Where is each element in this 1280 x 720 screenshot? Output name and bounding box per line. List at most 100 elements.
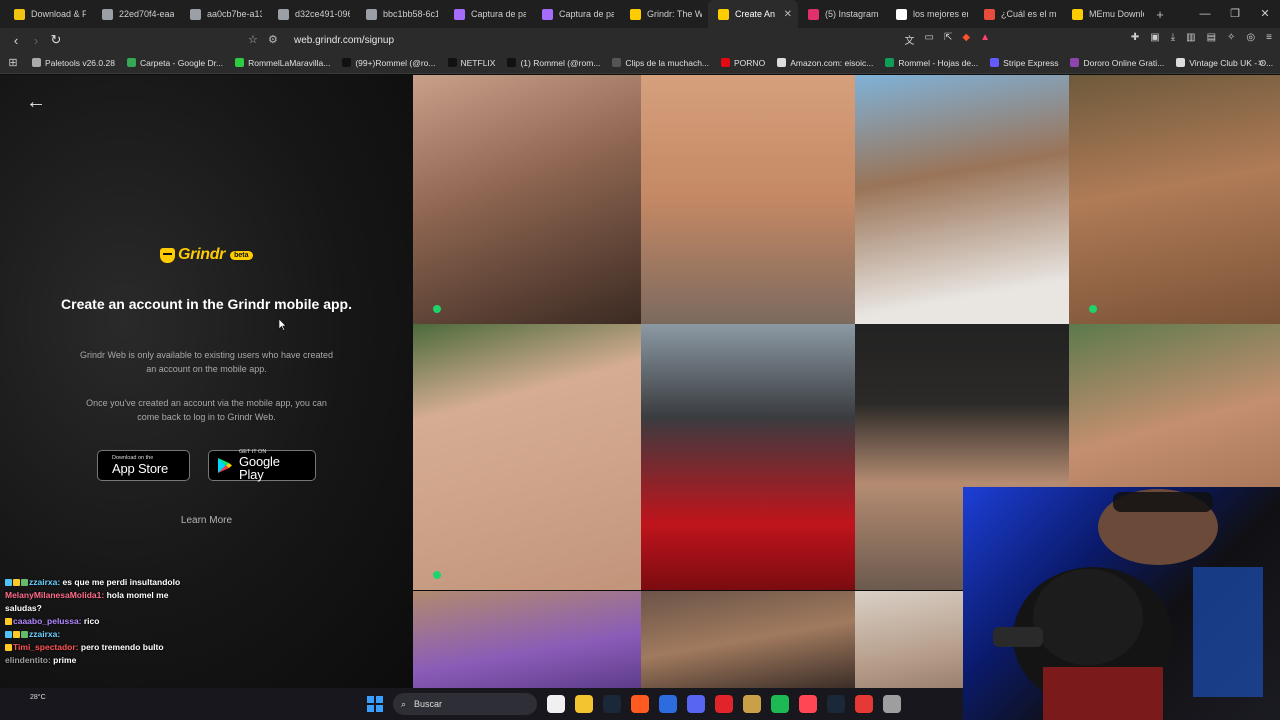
bookmark-item[interactable]: Rommel - Hojas de... — [879, 58, 984, 68]
tab-favicon-icon — [1072, 8, 1083, 20]
profile-photo-tile[interactable] — [641, 75, 855, 324]
taskbar-app-icon[interactable] — [659, 695, 677, 713]
logo-wordmark: Grindr — [178, 246, 226, 263]
reload-icon[interactable]: ↻ — [46, 32, 66, 48]
download-icon[interactable]: ⤓ — [1171, 32, 1175, 43]
translate-icon[interactable]: 文 — [905, 32, 915, 47]
app-store-button[interactable]: Download on the App Store — [97, 450, 190, 481]
taskbar-app-icon[interactable] — [715, 695, 733, 713]
bookmark-item[interactable]: Amazon.com: eisoic... — [771, 58, 879, 68]
tab-title: Grindr: The Wo — [647, 9, 702, 19]
windows-start-icon[interactable] — [367, 696, 383, 712]
chat-badge-icon — [21, 579, 28, 586]
bookmark-favicon-icon — [721, 58, 731, 67]
browser-tab[interactable]: Create An ✕ — [708, 0, 798, 28]
taskbar-app-icon[interactable] — [547, 695, 565, 713]
profile-photo-tile[interactable] — [1069, 75, 1280, 324]
bookmark-item[interactable]: NETFLIX — [442, 58, 502, 68]
close-window-icon[interactable]: ✕ — [1250, 0, 1280, 28]
wallet-icon[interactable]: ▤ — [1207, 32, 1216, 43]
profile-photo-tile[interactable] — [413, 591, 641, 688]
profile-photo-tile[interactable] — [855, 75, 1069, 324]
chat-username: zzairxa: — [29, 577, 61, 587]
taskbar-app-icon[interactable] — [687, 695, 705, 713]
brave-shield-icon[interactable]: ◆ — [962, 32, 970, 47]
site-info-icon[interactable]: ⚙ — [268, 33, 278, 46]
bookmark-item[interactable]: Carpeta - Google Dr... — [121, 58, 229, 68]
taskbar-app-icon[interactable] — [575, 695, 593, 713]
new-tab-button[interactable]: + — [1150, 7, 1170, 22]
url-text[interactable]: web.grindr.com/signup — [294, 35, 394, 46]
chat-badge-icon — [5, 618, 12, 625]
tab-title: Create An — [735, 9, 776, 19]
google-play-button[interactable]: GET IT ON Google Play — [208, 449, 316, 481]
menu-icon[interactable]: ≡ — [1266, 32, 1272, 43]
share-icon[interactable]: ⇱ — [944, 32, 952, 47]
bookmark-item[interactable]: Paletools v26.0.28 — [26, 58, 121, 68]
address-bar[interactable]: ⚙ web.grindr.com/signup — [246, 30, 996, 50]
browser-tab[interactable]: Grindr: The Wo — [620, 0, 708, 28]
taskbar-app-icon[interactable] — [771, 695, 789, 713]
taskbar-app-icon[interactable] — [855, 695, 873, 713]
minimize-icon[interactable]: — — [1190, 0, 1220, 28]
profile-photo-tile[interactable] — [413, 75, 641, 324]
tab-strip: Download & Pl 22ed70f4-eaa1 aa0cb7be-a139 d… — [0, 0, 1280, 28]
address-toolbar: ‹ › ↻ ☆ ⚙ web.grindr.com/signup 文 ▭ ⇱ ◆ … — [0, 28, 1280, 52]
tab-title: los mejores em — [913, 9, 968, 19]
browser-tab[interactable]: MEmu Downlo — [1062, 0, 1150, 28]
bookmark-item[interactable]: Stripe Express — [984, 58, 1064, 68]
maximize-icon[interactable]: ❐ — [1220, 0, 1250, 28]
back-icon[interactable]: ‹ — [6, 33, 26, 48]
bookmark-item[interactable]: Clips de la muchach... — [606, 58, 715, 68]
online-status-dot — [1089, 305, 1097, 313]
browser-tab[interactable]: 22ed70f4-eaa1 — [92, 0, 180, 28]
browser-tab[interactable]: Download & Pl — [4, 0, 92, 28]
tab-favicon-icon — [366, 8, 377, 20]
extensions-icon[interactable]: ✚ — [1131, 32, 1139, 43]
apps-grid-icon[interactable]: ⊞ — [0, 56, 26, 69]
profile-photo-tile[interactable] — [413, 324, 641, 590]
forward-icon[interactable]: › — [26, 33, 46, 48]
close-tab-icon[interactable]: ✕ — [784, 9, 792, 20]
taskbar-app-icon[interactable] — [827, 695, 845, 713]
chat-username: elindentito: — [5, 655, 51, 665]
browser-tab[interactable]: (5) Instagram — [798, 0, 886, 28]
weather-widget[interactable]: 28°C — [30, 694, 46, 701]
bookmark-item[interactable]: Dororo Online Grati... — [1064, 58, 1170, 68]
browser-tab[interactable]: d32ce491-0969 — [268, 0, 356, 28]
taskbar-app-icon[interactable] — [883, 695, 901, 713]
window-controls: — ❐ ✕ — [1190, 0, 1280, 28]
bookmark-item[interactable]: PORNO — [715, 58, 771, 68]
taskbar-app-icon[interactable] — [743, 695, 761, 713]
taskbar-search-label: Buscar — [414, 699, 443, 709]
screenshot-icon[interactable]: ▣ — [1150, 32, 1159, 43]
cast-icon[interactable]: ▭ — [925, 32, 934, 47]
taskbar-app-icon[interactable] — [799, 695, 817, 713]
more-bookmarks-icon[interactable]: » — [1258, 57, 1264, 69]
browser-tab[interactable]: ¿Cuál es el mej — [974, 0, 1062, 28]
back-arrow-icon[interactable]: ← — [26, 91, 46, 114]
bookmark-item[interactable]: (1) Rommel (@rom... — [501, 58, 606, 68]
browser-tab[interactable]: aa0cb7be-a139 — [180, 0, 268, 28]
bookmark-item[interactable]: (99+)Rommel (@ro... — [336, 58, 441, 68]
sidebar-icon[interactable]: ▥ — [1186, 32, 1195, 43]
tab-favicon-icon — [542, 8, 553, 20]
rewards-icon[interactable]: ▲ — [980, 32, 990, 47]
browser-tab[interactable]: bbc1bb58-6c1 — [356, 0, 444, 28]
taskbar-app-icon[interactable] — [603, 695, 621, 713]
chat-badge-icon — [21, 631, 28, 638]
browser-tab[interactable]: los mejores em — [886, 0, 974, 28]
taskbar-app-icon[interactable] — [631, 695, 649, 713]
leo-ai-icon[interactable]: ✧ — [1227, 32, 1235, 43]
webcam-overlay — [963, 487, 1280, 720]
profile-photo-tile[interactable] — [641, 591, 855, 688]
vpn-icon[interactable]: ◎ — [1246, 32, 1255, 43]
bookmark-label: (1) Rommel (@rom... — [520, 57, 601, 68]
browser-tab[interactable]: Captura de par — [532, 0, 620, 28]
taskbar-search[interactable]: ⌕ Buscar — [393, 693, 537, 715]
browser-tab[interactable]: Captura de par — [444, 0, 532, 28]
profile-photo-tile[interactable] — [641, 324, 855, 590]
bookmark-item[interactable]: RommelLaMaravilla... — [229, 58, 336, 68]
chat-badge-icon — [5, 644, 12, 651]
learn-more-link[interactable]: Learn More — [0, 515, 413, 526]
